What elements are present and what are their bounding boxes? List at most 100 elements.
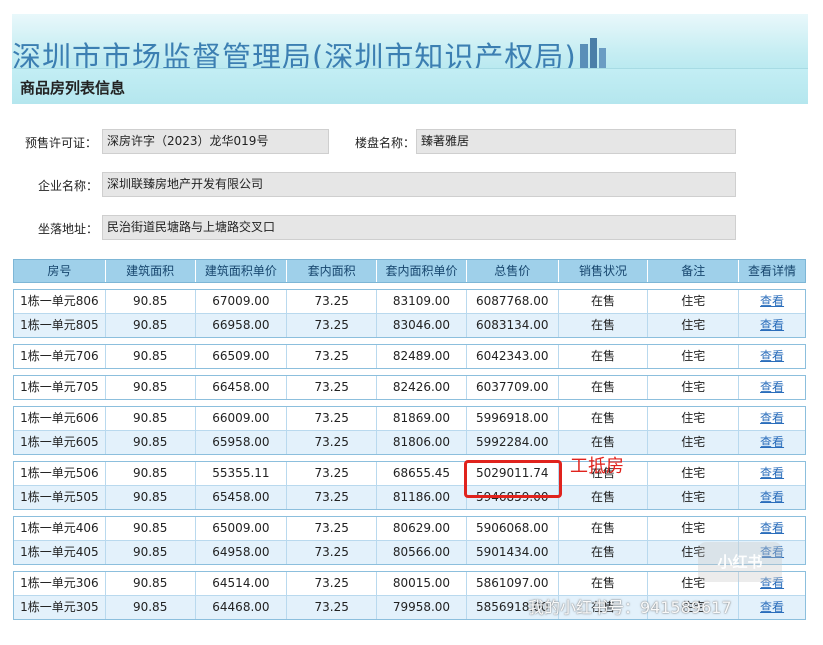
cell-gross-unit-price: 66009.00: [196, 407, 288, 430]
cell-view-link[interactable]: 查看: [739, 596, 805, 619]
cell-gross-unit-price: 66458.00: [196, 376, 288, 399]
cell-room: 1栋一单元305: [14, 596, 106, 619]
cell-net-area: 73.25: [287, 345, 378, 368]
header-net-unit-price: 套内面积单价: [377, 260, 467, 282]
cell-view-link[interactable]: 查看: [739, 462, 805, 485]
cell-net-area: 73.25: [287, 407, 378, 430]
cell-net-unit-price: 68655.45: [377, 462, 467, 485]
cell-net-area: 73.25: [287, 541, 378, 564]
cell-room: 1栋一单元806: [14, 290, 106, 313]
table-row: 1栋一单元506 90.85 55355.11 73.25 68655.45 502901…: [14, 462, 805, 485]
cell-net-unit-price: 81806.00: [377, 431, 467, 454]
cell-gross-unit-price: 55355.11: [196, 462, 288, 485]
listing-table: 房号 建筑面积 建筑面积单价 套内面积 套内面积单价 总售价 销售状况 备注 查…: [13, 259, 806, 620]
cell-net-area: 73.25: [287, 314, 378, 337]
presale-field: 深房许字（2023）龙华019号: [102, 129, 329, 154]
cell-net-area: 73.25: [287, 290, 378, 313]
cell-total-price: 5906068.00: [467, 517, 559, 540]
table-row: 1栋一单元805 90.85 66958.00 73.25 83046.00 608313…: [14, 313, 805, 337]
cell-sale-status: 在售: [559, 517, 649, 540]
table-row: 1栋一单元306 90.85 64514.00 73.25 80015.00 586109…: [14, 572, 805, 595]
cell-room: 1栋一单元505: [14, 486, 106, 509]
cell-net-area: 73.25: [287, 596, 378, 619]
cell-gross-unit-price: 66958.00: [196, 314, 288, 337]
cell-room: 1栋一单元506: [14, 462, 106, 485]
cell-sale-status: 在售: [559, 431, 649, 454]
cell-gross-area: 90.85: [106, 376, 196, 399]
cell-view-link[interactable]: 查看: [739, 431, 805, 454]
cell-gross-unit-price: 65458.00: [196, 486, 288, 509]
cell-room: 1栋一单元706: [14, 345, 106, 368]
table-body: 1栋一单元806 90.85 67009.00 73.25 83109.00 608776…: [13, 289, 806, 620]
annotation-label: 工抵房: [570, 456, 624, 477]
cell-net-unit-price: 81186.00: [377, 486, 467, 509]
address-field: 民治街道民塘路与上塘路交叉口: [102, 215, 736, 240]
row-group: 1栋一单元806 90.85 67009.00 73.25 83109.00 608776…: [13, 289, 806, 338]
cell-sale-status: 在售: [559, 345, 649, 368]
cell-net-area: 73.25: [287, 517, 378, 540]
header-gross-area: 建筑面积: [106, 260, 196, 282]
cell-remark: 住宅: [648, 407, 740, 430]
site-banner: 深圳市市场监督管理局(深圳市知识产权局) 商品房列表信息: [12, 14, 808, 104]
address-label: 坐落地址：: [38, 222, 99, 236]
header-net-area: 套内面积: [287, 260, 378, 282]
cell-gross-unit-price: 67009.00: [196, 290, 288, 313]
section-header: 商品房列表信息: [12, 68, 808, 104]
cell-gross-area: 90.85: [106, 596, 196, 619]
cell-view-link[interactable]: 查看: [739, 486, 805, 509]
cell-room: 1栋一单元306: [14, 572, 106, 595]
cell-view-link[interactable]: 查看: [739, 407, 805, 430]
project-field: 臻著雅居: [416, 129, 736, 154]
cell-net-unit-price: 82489.00: [377, 345, 467, 368]
table-row: 1栋一单元405 90.85 64958.00 73.25 80566.00 590143…: [14, 540, 805, 564]
table-row: 1栋一单元606 90.85 66009.00 73.25 81869.00 599691…: [14, 407, 805, 430]
cell-remark: 住宅: [648, 376, 740, 399]
cell-net-unit-price: 83109.00: [377, 290, 467, 313]
xiaohongshu-logo: 小红书: [698, 542, 782, 582]
cell-net-area: 73.25: [287, 462, 378, 485]
cell-view-link[interactable]: 查看: [739, 290, 805, 313]
row-group: 1栋一单元406 90.85 65009.00 73.25 80629.00 590606…: [13, 516, 806, 565]
table-row: 1栋一单元605 90.85 65958.00 73.25 81806.00 599228…: [14, 430, 805, 454]
cell-sale-status: 在售: [559, 314, 649, 337]
cell-net-area: 73.25: [287, 572, 378, 595]
header-total-price: 总售价: [467, 260, 559, 282]
cell-gross-area: 90.85: [106, 486, 196, 509]
cell-gross-area: 90.85: [106, 290, 196, 313]
row-group: 1栋一单元606 90.85 66009.00 73.25 81869.00 599691…: [13, 406, 806, 455]
header-details: 查看详情: [748, 264, 797, 278]
cell-total-price: 5992284.00: [467, 431, 559, 454]
watermark-text: 我的小红书号：941589617: [528, 598, 732, 617]
cell-net-unit-price: 80566.00: [377, 541, 467, 564]
company-field: 深圳联臻房地产开发有限公司: [102, 172, 736, 197]
cell-view-link[interactable]: 查看: [739, 376, 805, 399]
row-group: 1栋一单元506 90.85 55355.11 73.25 68655.45 502901…: [13, 461, 806, 510]
table-row: 1栋一单元706 90.85 66509.00 73.25 82489.00 604234…: [14, 345, 805, 368]
cell-room: 1栋一单元605: [14, 431, 106, 454]
cell-gross-unit-price: 64958.00: [196, 541, 288, 564]
header-gross-unit-price: 建筑面积单价: [196, 260, 288, 282]
cell-view-link[interactable]: 查看: [739, 345, 805, 368]
presale-label: 预售许可证：: [25, 136, 98, 150]
company-label: 企业名称：: [38, 179, 99, 193]
table-row: 1栋一单元406 90.85 65009.00 73.25 80629.00 590606…: [14, 517, 805, 540]
cell-sale-status: 在售: [559, 407, 649, 430]
cell-net-unit-price: 79958.00: [377, 596, 467, 619]
cell-remark: 住宅: [648, 462, 740, 485]
cell-total-price: 6037709.00: [467, 376, 559, 399]
table-header: 房号 建筑面积 建筑面积单价 套内面积 套内面积单价 总售价 销售状况 备注 查…: [13, 259, 806, 283]
cell-room: 1栋一单元705: [14, 376, 106, 399]
cell-gross-area: 90.85: [106, 345, 196, 368]
cell-view-link[interactable]: 查看: [739, 314, 805, 337]
cell-total-price: 6083134.00: [467, 314, 559, 337]
cell-view-link[interactable]: 查看: [739, 517, 805, 540]
cell-remark: 住宅: [648, 431, 740, 454]
cell-gross-area: 90.85: [106, 541, 196, 564]
cell-sale-status: 在售: [559, 376, 649, 399]
cell-net-area: 73.25: [287, 376, 378, 399]
cell-gross-unit-price: 64514.00: [196, 572, 288, 595]
cell-room: 1栋一单元405: [14, 541, 106, 564]
cell-gross-area: 90.85: [106, 314, 196, 337]
row-group: 1栋一单元706 90.85 66509.00 73.25 82489.00 604234…: [13, 344, 806, 369]
cell-sale-status: 在售: [559, 572, 649, 595]
